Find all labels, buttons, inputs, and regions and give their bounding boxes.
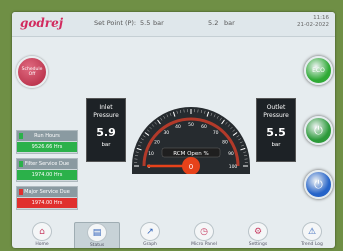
info-panel-title: Filter Service Due [17,159,77,169]
gauge-tick-label: 40 [175,124,181,130]
outlet-value: 5.5 [266,126,286,139]
home-icon: ⌂ [32,222,52,241]
inlet-title: Inlet [99,104,113,111]
status-indicator [19,161,23,167]
set-point-unit: bar [153,19,164,27]
clock: 11:16 21-02-2022 [297,15,329,29]
power-icon: ⏻ [314,177,323,191]
outlet-unit: bar [271,142,281,148]
micro-panel-icon: ◷ [194,222,214,241]
brand-logo: godrej [20,16,64,30]
inlet-value: 5.9 [96,126,116,139]
nav-graph[interactable]: ↗ Graph [128,222,172,248]
eco-label: ECO [312,67,325,74]
gauge-tick-label: 20 [154,139,160,145]
info-panel-value: 1974.00 Hrs [17,170,77,180]
pressure-unit: bar [224,19,235,27]
nav-label: Graph [143,242,157,247]
status-icon: ▤ [87,223,107,242]
gauge-tick-label: 60 [201,124,207,130]
nav-micro-panel[interactable]: ◷ Micro Panel [182,222,226,248]
nav-label: Status [89,243,105,248]
schedule-label: Schedule Off [21,67,43,77]
power-button[interactable]: ⏻ [304,116,333,145]
info-panel-title: Run Hours [17,131,77,141]
outlet-pressure-box: Outlet Pressure 5.5 bar [256,98,296,162]
gauge-tick-label: 50 [188,122,194,128]
nav-label: Settings [248,242,268,247]
outlet-subtitle: Pressure [263,112,289,119]
start-button[interactable]: ECO [304,56,333,85]
trend-log-icon: ⚠ [302,222,322,241]
nav-home[interactable]: ⌂ Home [20,222,64,248]
nav-label: Trend Log [301,242,323,247]
info-panel: Run Hours 9526.66 Hrs [16,130,78,154]
info-panel: Major Service Due 1974.00 Hrs [16,186,78,210]
nav-label: Micro Panel [191,242,217,247]
info-panel: Filter Service Due 1974.00 Hrs [16,158,78,182]
settings-icon: ⚙ [248,222,268,241]
graph-icon: ↗ [140,222,160,241]
outlet-title: Outlet [266,104,286,111]
gauge-value: 0 [189,163,193,171]
gauge-tick-label: 80 [222,139,228,145]
gauge-tick-label: 10 [148,151,154,157]
info-panel-title: Major Service Due [17,187,77,197]
set-point-value: 5.5 [140,19,151,27]
status-indicator [19,189,23,195]
gauge-label: RCM Open % [173,151,209,157]
power-icon: ⏻ [314,123,323,137]
clock-time: 11:16 [313,15,329,21]
bottom-nav: ⌂ Home ▤ Status ↗ Graph ◷ Micro Panel ⚙ Settings ⚠… [12,220,335,248]
pressure-readout: 5.2 [208,19,219,27]
clock-date: 21-02-2022 [297,22,329,28]
gauge-tick-label: 30 [163,130,169,136]
nav-status[interactable]: ▤ Status [74,222,120,248]
set-point-label: Set Point (P): [94,19,137,27]
gauge-tick-label: 90 [228,151,234,157]
schedule-off-button[interactable]: Schedule Off [16,56,48,88]
stop-button[interactable]: ⏻ [304,170,333,199]
nav-label: Home [35,242,49,247]
status-indicator [19,133,23,139]
inlet-pressure-box: Inlet Pressure 5.9 bar [86,98,126,162]
inlet-unit: bar [101,142,111,148]
gauge-tick-label: 100 [229,164,238,170]
info-panel-value: 1974.00 Hrs [17,198,77,208]
info-panel-value: 9526.66 Hrs [17,142,77,152]
inlet-subtitle: Pressure [93,112,119,119]
rcm-open-gauge: 010203040 50 60708090100 RCM Open % 0 [132,107,250,174]
nav-trend-log[interactable]: ⚠ Trend Log [290,222,334,248]
nav-settings[interactable]: ⚙ Settings [236,222,280,248]
gauge-tick-label: 70 [213,130,219,136]
hmi-screen: godrej Set Point (P): 5.5 bar 5.2 bar 11… [12,12,335,248]
top-bar: godrej Set Point (P): 5.5 bar 5.2 bar 11… [12,12,335,37]
